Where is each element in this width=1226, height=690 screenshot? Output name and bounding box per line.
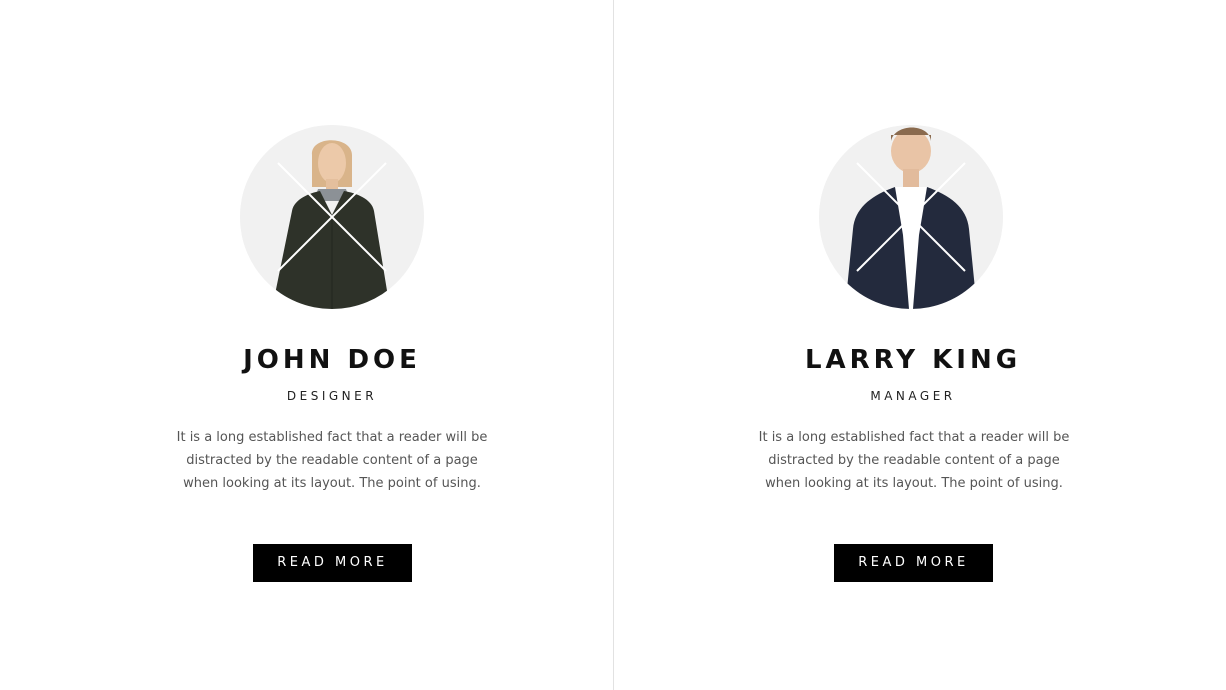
member-description: It is a long established fact that a rea… [176, 430, 488, 491]
team-member-card: JOHN DOE DESIGNER It is a long establish… [0, 0, 613, 690]
member-role: DESIGNER [286, 389, 378, 403]
woman-portrait-image [240, 125, 424, 309]
avatar [819, 125, 1003, 309]
member-name: LARRY KING [804, 345, 1022, 375]
read-more-button[interactable]: READ MORE [834, 544, 993, 582]
man-portrait-image [819, 125, 1003, 309]
member-description: It is a long established fact that a rea… [758, 430, 1070, 491]
read-more-button[interactable]: READ MORE [253, 544, 412, 582]
team-section: JOHN DOE DESIGNER It is a long establish… [0, 0, 1226, 690]
member-name: JOHN DOE [243, 345, 421, 375]
avatar [240, 125, 424, 309]
team-member-card: LARRY KING MANAGER It is a long establis… [614, 0, 1226, 690]
member-role: MANAGER [870, 389, 956, 403]
